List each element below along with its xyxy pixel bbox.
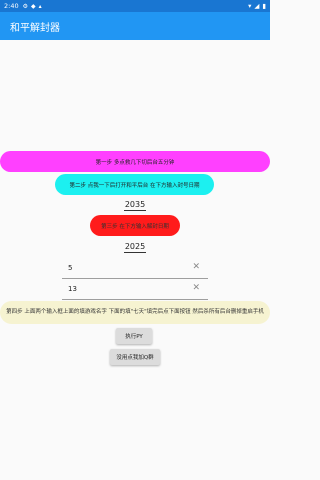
input-field-1-value: 5 [68, 263, 73, 272]
clear-icon[interactable]: ✕ [192, 262, 200, 272]
input-field-1[interactable]: 5 ✕ [62, 257, 208, 279]
step4-text: 第四步 上面两个输入框上面的填游戏名字 下面的填"七天"填完后点下面按钮 然后杀… [6, 309, 264, 315]
ban-year-selector[interactable]: 2035 [115, 200, 155, 211]
wifi-icon: ▾ [248, 2, 252, 10]
step1-label: 第一步 多点救几下切后台五分钟 [95, 159, 175, 166]
ban-year-underline [124, 210, 146, 211]
run-button[interactable]: 执行PY [116, 328, 152, 344]
step3-label: 第三步 在下方输入解封日期 [101, 223, 169, 230]
status-bar: 2:40 ⚙ ◆ ▴ ▾ ◢ ▮ [0, 0, 270, 12]
shield-icon: ◆ [31, 2, 36, 10]
signal-icon: ◢ [254, 2, 260, 10]
unban-year-selector[interactable]: 2025 [115, 242, 155, 253]
ban-year-value: 2035 [124, 200, 146, 209]
unban-year-value: 2025 [124, 242, 146, 251]
app-title: 和平解封器 [10, 22, 60, 34]
android-icon: ▴ [38, 2, 42, 10]
app-bar: 和平解封器 [0, 12, 270, 40]
join-qq-group-label: 没用点我加Q群 [116, 355, 154, 361]
step4-notice: 第四步 上面两个输入框上面的填游戏名字 下面的填"七天"填完后点下面按钮 然后杀… [0, 301, 270, 324]
step3-button[interactable]: 第三步 在下方输入解封日期 [90, 215, 180, 236]
run-button-label: 执行PY [125, 334, 143, 340]
input-field-2-value: 13 [68, 284, 77, 293]
step2-label: 第二步 点我一下后打开和平后台 在下方输入封号日期 [69, 182, 200, 189]
step1-button[interactable]: 第一步 多点救几下切后台五分钟 [0, 151, 270, 172]
step2-button[interactable]: 第二步 点我一下后打开和平后台 在下方输入封号日期 [55, 174, 214, 195]
battery-icon: ▮ [262, 2, 266, 10]
gear-icon: ⚙ [22, 2, 28, 10]
join-qq-group-button[interactable]: 没用点我加Q群 [110, 349, 160, 365]
input-field-2[interactable]: 13 ✕ [62, 278, 208, 300]
unban-year-underline [124, 252, 146, 253]
status-time: 2:40 [4, 2, 19, 10]
clear-icon[interactable]: ✕ [192, 283, 200, 293]
